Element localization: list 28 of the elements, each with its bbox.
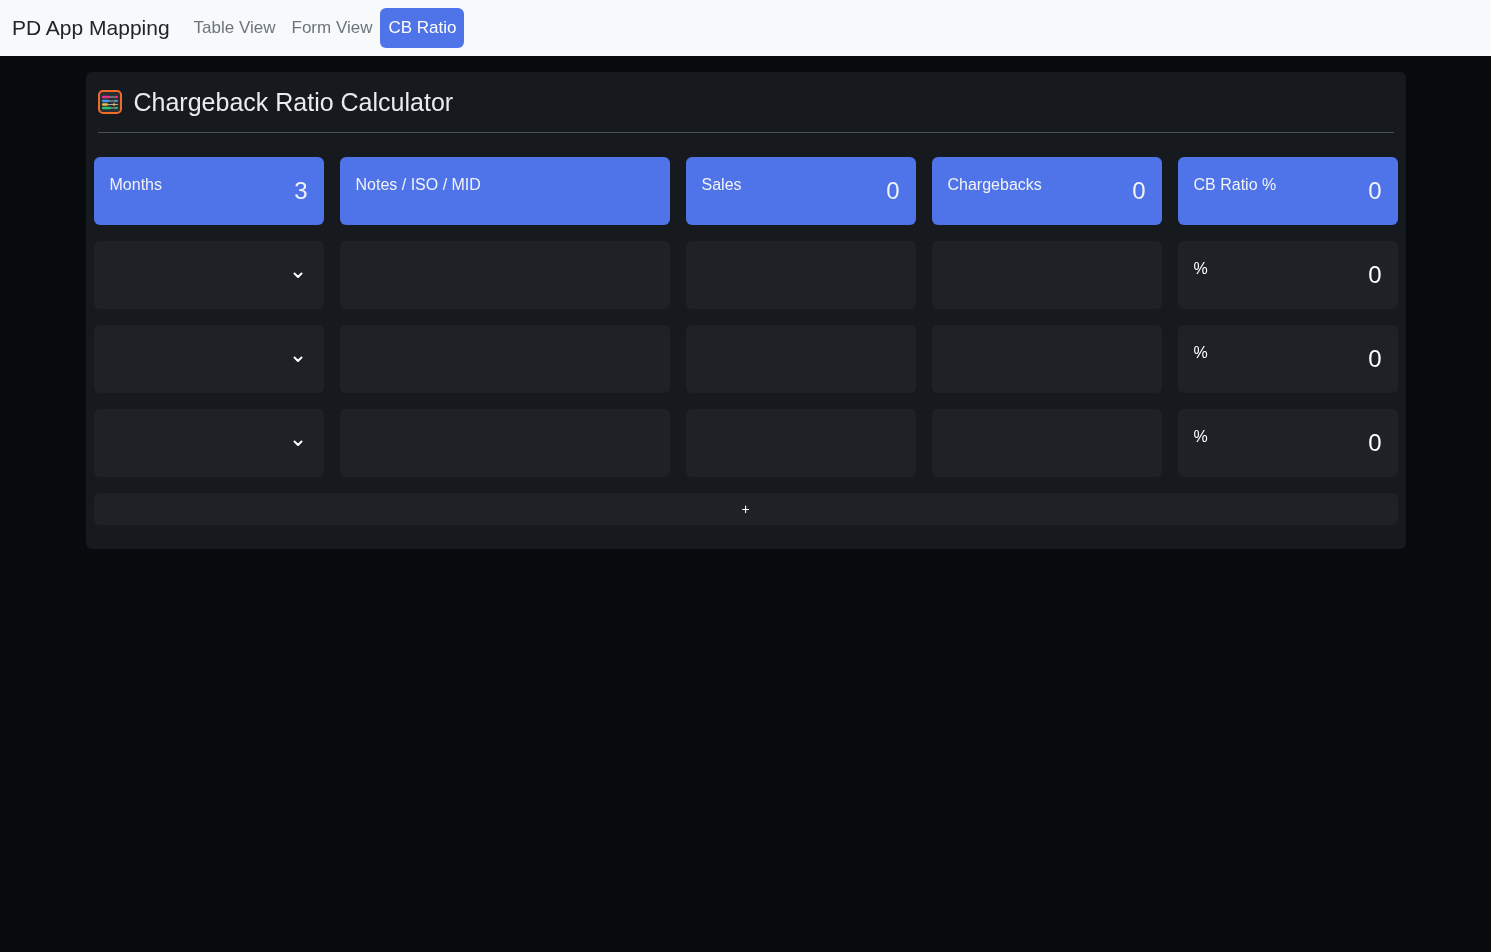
month-select[interactable]: [93, 241, 324, 309]
ratio-value: 0: [1368, 260, 1382, 290]
chevron-down-icon: [292, 271, 303, 279]
nav-tab[interactable]: CB Ratio: [380, 8, 465, 48]
summary-label: Months: [109, 175, 162, 195]
summary-label: Notes / ISO / MID: [355, 175, 481, 195]
summary-value: 0: [886, 176, 900, 206]
app-brand[interactable]: PD App Mapping: [12, 12, 170, 44]
add-row-button[interactable]: +: [93, 493, 1398, 525]
summary-label: Sales: [701, 175, 742, 195]
summary-label: CB Ratio %: [1193, 175, 1277, 195]
ratio-unit: %: [1193, 343, 1208, 363]
chevron-down-icon: [292, 355, 303, 363]
summary-value: 0: [1368, 176, 1382, 206]
abacus-icon: [97, 90, 122, 114]
summary-value: 3: [294, 176, 308, 206]
nav-tab[interactable]: Form View: [283, 8, 381, 48]
month-select[interactable]: [93, 409, 324, 477]
ratio-value: 0: [1368, 344, 1382, 374]
ratio-value: 0: [1368, 428, 1382, 458]
calculator-title: Chargeback Ratio Calculator: [133, 87, 454, 118]
nav-tab[interactable]: Table View: [185, 8, 284, 48]
summary-value: 0: [1132, 176, 1146, 206]
ratio-unit: %: [1193, 427, 1208, 447]
ratio-unit: %: [1193, 259, 1208, 279]
summary-label: Chargebacks: [947, 175, 1042, 195]
month-select[interactable]: [93, 325, 324, 393]
chevron-down-icon: [292, 439, 303, 447]
